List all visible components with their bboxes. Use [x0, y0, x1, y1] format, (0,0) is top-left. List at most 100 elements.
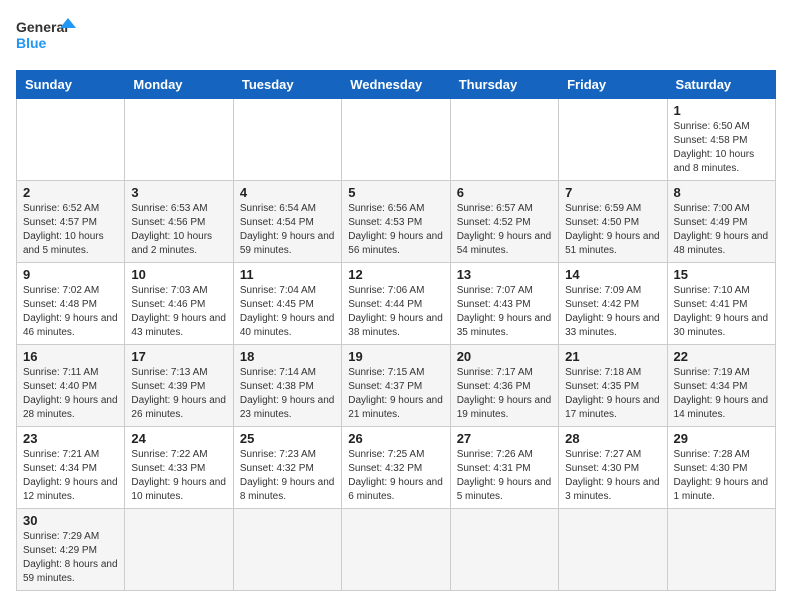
day-info: Sunrise: 7:07 AM Sunset: 4:43 PM Dayligh… — [457, 284, 552, 340]
logo-svg: General Blue — [16, 16, 76, 60]
day-info: Sunrise: 6:56 AM Sunset: 4:53 PM Dayligh… — [348, 202, 443, 258]
day-info: Sunrise: 6:52 AM Sunset: 4:57 PM Dayligh… — [23, 202, 118, 258]
calendar-cell: 26 Sunrise: 7:25 AM Sunset: 4:32 PM Dayli… — [342, 427, 450, 509]
calendar-cell — [450, 99, 558, 181]
day-number: 23 — [23, 431, 118, 446]
calendar-cell: 8Sunrise: 7:00 AM Sunset: 4:49 PM Daylig… — [667, 181, 775, 263]
day-number: 28 — [565, 431, 660, 446]
calendar-cell: 9 Sunrise: 7:02 AM Sunset: 4:48 PM Daylig… — [17, 263, 125, 345]
day-number: 13 — [457, 267, 552, 282]
day-info: Sunrise: 7:13 AM Sunset: 4:39 PM Dayligh… — [131, 366, 226, 422]
calendar-cell — [125, 99, 233, 181]
day-info: Sunrise: 7:11 AM Sunset: 4:40 PM Dayligh… — [23, 366, 118, 422]
col-header-thursday: Thursday — [450, 71, 558, 99]
calendar-cell: 23 Sunrise: 7:21 AM Sunset: 4:34 PM Dayli… — [17, 427, 125, 509]
day-info: Sunrise: 6:50 AM Sunset: 4:58 PM Dayligh… — [674, 120, 769, 176]
calendar-cell: 10 Sunrise: 7:03 AM Sunset: 4:46 PM Dayli… — [125, 263, 233, 345]
calendar-cell: 22 Sunrise: 7:19 AM Sunset: 4:34 PM Dayli… — [667, 345, 775, 427]
day-info: Sunrise: 7:09 AM Sunset: 4:42 PM Dayligh… — [565, 284, 660, 340]
calendar-cell: 17 Sunrise: 7:13 AM Sunset: 4:39 PM Dayli… — [125, 345, 233, 427]
calendar-cell: 13 Sunrise: 7:07 AM Sunset: 4:43 PM Dayli… — [450, 263, 558, 345]
calendar-cell — [17, 99, 125, 181]
calendar-cell: 20Sunrise: 7:17 AM Sunset: 4:36 PM Dayli… — [450, 345, 558, 427]
calendar-cell — [667, 509, 775, 591]
day-number: 30 — [23, 513, 118, 528]
calendar-cell: 30 Sunrise: 7:29 AM Sunset: 4:29 PM Dayli… — [17, 509, 125, 591]
day-info: Sunrise: 7:23 AM Sunset: 4:32 PM Dayligh… — [240, 448, 335, 504]
calendar-cell: 29 Sunrise: 7:28 AM Sunset: 4:30 PM Dayli… — [667, 427, 775, 509]
day-info: Sunrise: 6:54 AM Sunset: 4:54 PM Dayligh… — [240, 202, 335, 258]
day-number: 4 — [240, 185, 335, 200]
day-info: Sunrise: 6:59 AM Sunset: 4:50 PM Dayligh… — [565, 202, 660, 258]
day-info: Sunrise: 7:21 AM Sunset: 4:34 PM Dayligh… — [23, 448, 118, 504]
day-info: Sunrise: 7:26 AM Sunset: 4:31 PM Dayligh… — [457, 448, 552, 504]
calendar-week-row: 1 Sunrise: 6:50 AM Sunset: 4:58 PM Daylig… — [17, 99, 776, 181]
calendar-cell: 16 Sunrise: 7:11 AM Sunset: 4:40 PM Dayli… — [17, 345, 125, 427]
day-number: 17 — [131, 349, 226, 364]
svg-text:General: General — [16, 19, 68, 35]
day-info: Sunrise: 7:19 AM Sunset: 4:34 PM Dayligh… — [674, 366, 769, 422]
calendar-cell: 18Sunrise: 7:14 AM Sunset: 4:38 PM Dayli… — [233, 345, 341, 427]
day-number: 18 — [240, 349, 335, 364]
logo: General Blue — [16, 16, 76, 60]
calendar-cell: 5 Sunrise: 6:56 AM Sunset: 4:53 PM Daylig… — [342, 181, 450, 263]
calendar-week-row: 30 Sunrise: 7:29 AM Sunset: 4:29 PM Dayli… — [17, 509, 776, 591]
day-number: 10 — [131, 267, 226, 282]
day-number: 3 — [131, 185, 226, 200]
calendar-cell — [559, 99, 667, 181]
col-header-saturday: Saturday — [667, 71, 775, 99]
day-number: 1 — [674, 103, 769, 118]
day-number: 9 — [23, 267, 118, 282]
day-number: 19 — [348, 349, 443, 364]
col-header-sunday: Sunday — [17, 71, 125, 99]
day-info: Sunrise: 7:25 AM Sunset: 4:32 PM Dayligh… — [348, 448, 443, 504]
day-number: 24 — [131, 431, 226, 446]
day-info: Sunrise: 7:18 AM Sunset: 4:35 PM Dayligh… — [565, 366, 660, 422]
day-number: 22 — [674, 349, 769, 364]
day-number: 8 — [674, 185, 769, 200]
calendar-cell — [342, 509, 450, 591]
calendar-cell — [233, 99, 341, 181]
day-number: 2 — [23, 185, 118, 200]
calendar-cell: 28Sunrise: 7:27 AM Sunset: 4:30 PM Dayli… — [559, 427, 667, 509]
calendar-week-row: 23 Sunrise: 7:21 AM Sunset: 4:34 PM Dayli… — [17, 427, 776, 509]
calendar-cell: 12 Sunrise: 7:06 AM Sunset: 4:44 PM Dayli… — [342, 263, 450, 345]
calendar-cell: 2 Sunrise: 6:52 AM Sunset: 4:57 PM Daylig… — [17, 181, 125, 263]
day-info: Sunrise: 6:57 AM Sunset: 4:52 PM Dayligh… — [457, 202, 552, 258]
day-info: Sunrise: 6:53 AM Sunset: 4:56 PM Dayligh… — [131, 202, 226, 258]
col-header-tuesday: Tuesday — [233, 71, 341, 99]
calendar-cell — [450, 509, 558, 591]
day-number: 5 — [348, 185, 443, 200]
page-header: General Blue — [16, 16, 776, 60]
day-info: Sunrise: 7:17 AM Sunset: 4:36 PM Dayligh… — [457, 366, 552, 422]
day-number: 11 — [240, 267, 335, 282]
calendar-cell: 4 Sunrise: 6:54 AM Sunset: 4:54 PM Daylig… — [233, 181, 341, 263]
calendar-cell: 3 Sunrise: 6:53 AM Sunset: 4:56 PM Daylig… — [125, 181, 233, 263]
calendar-cell: 19 Sunrise: 7:15 AM Sunset: 4:37 PM Dayli… — [342, 345, 450, 427]
calendar-cell: 11 Sunrise: 7:04 AM Sunset: 4:45 PM Dayli… — [233, 263, 341, 345]
day-info: Sunrise: 7:28 AM Sunset: 4:30 PM Dayligh… — [674, 448, 769, 504]
day-number: 6 — [457, 185, 552, 200]
day-number: 7 — [565, 185, 660, 200]
calendar-week-row: 9 Sunrise: 7:02 AM Sunset: 4:48 PM Daylig… — [17, 263, 776, 345]
calendar-cell: 24Sunrise: 7:22 AM Sunset: 4:33 PM Dayli… — [125, 427, 233, 509]
calendar-cell — [233, 509, 341, 591]
col-header-friday: Friday — [559, 71, 667, 99]
day-number: 14 — [565, 267, 660, 282]
day-number: 15 — [674, 267, 769, 282]
day-number: 16 — [23, 349, 118, 364]
day-info: Sunrise: 7:06 AM Sunset: 4:44 PM Dayligh… — [348, 284, 443, 340]
day-number: 26 — [348, 431, 443, 446]
calendar-week-row: 16 Sunrise: 7:11 AM Sunset: 4:40 PM Dayli… — [17, 345, 776, 427]
day-number: 29 — [674, 431, 769, 446]
day-info: Sunrise: 7:03 AM Sunset: 4:46 PM Dayligh… — [131, 284, 226, 340]
day-info: Sunrise: 7:04 AM Sunset: 4:45 PM Dayligh… — [240, 284, 335, 340]
day-info: Sunrise: 7:02 AM Sunset: 4:48 PM Dayligh… — [23, 284, 118, 340]
day-info: Sunrise: 7:15 AM Sunset: 4:37 PM Dayligh… — [348, 366, 443, 422]
day-info: Sunrise: 7:29 AM Sunset: 4:29 PM Dayligh… — [23, 530, 118, 586]
svg-text:Blue: Blue — [16, 35, 47, 51]
day-number: 12 — [348, 267, 443, 282]
calendar-cell: 21Sunrise: 7:18 AM Sunset: 4:35 PM Dayli… — [559, 345, 667, 427]
calendar-cell — [559, 509, 667, 591]
calendar-cell: 25Sunrise: 7:23 AM Sunset: 4:32 PM Dayli… — [233, 427, 341, 509]
